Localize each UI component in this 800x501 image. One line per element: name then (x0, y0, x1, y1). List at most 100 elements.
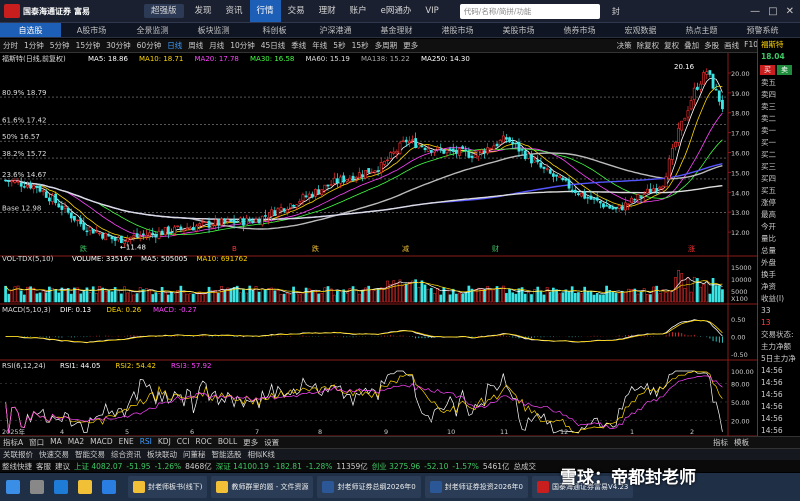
store-icon[interactable] (102, 480, 116, 494)
candle-body (207, 220, 211, 228)
indicator-tab[interactable]: 指标A (0, 437, 26, 448)
menu-item[interactable]: 资讯 (219, 0, 250, 22)
function-item[interactable]: 板块联动 (144, 449, 180, 460)
search-icon[interactable] (30, 480, 44, 494)
volume-bar (354, 290, 358, 303)
candle-body (683, 117, 687, 121)
folder-icon[interactable] (78, 480, 92, 494)
indicator-tab[interactable]: 设置 (261, 437, 282, 448)
taskbar-app[interactable]: 封老师证券总纲2026年0 (317, 476, 421, 498)
period-item[interactable]: 1分钟 (21, 40, 47, 51)
chart-tool[interactable]: 除复权 (637, 40, 660, 51)
ma-line (5, 112, 723, 238)
chart-tool[interactable]: 决策 (617, 40, 632, 51)
minimize-icon[interactable]: — (750, 6, 760, 17)
period-item[interactable]: 60分钟 (134, 40, 165, 51)
indicator-tab[interactable]: 窗口 (26, 437, 47, 448)
indicator-tab[interactable]: 更多 (240, 437, 261, 448)
menu-item[interactable]: e网通办 (374, 0, 419, 22)
candle-body (667, 158, 671, 179)
period-item[interactable]: 月线 (206, 40, 227, 51)
function-item[interactable]: 智能交易 (72, 449, 108, 460)
chart-tool[interactable]: F10 (744, 40, 758, 51)
market-tab[interactable]: 热点主题 (671, 23, 732, 37)
kline-chart-svg[interactable]: 80.9% 18.79 61.6% 17.42 50% 16.57 38.2% 15.… (0, 53, 757, 436)
volume-bar (420, 280, 424, 303)
candle-body (217, 219, 220, 226)
indicator-tab[interactable]: MACD (87, 437, 115, 448)
kline-chart-area[interactable]: 80.9% 18.79 61.6% 17.42 50% 16.57 38.2% 15.… (0, 53, 757, 436)
indicator-button[interactable]: 指标 (710, 437, 731, 448)
period-item[interactable]: 季线 (288, 40, 309, 51)
menu-item[interactable]: 行情 (249, 0, 281, 22)
event-marker: 跌 (312, 244, 319, 253)
market-tab[interactable]: 预警系统 (732, 23, 793, 37)
event-marker: 减 (402, 244, 409, 253)
menu-item[interactable]: 账户 (343, 0, 374, 22)
chart-tool[interactable]: 画线 (724, 40, 739, 51)
taskbar-app[interactable]: 教师群里的题 - 文件资源 (211, 476, 314, 498)
edge-icon[interactable] (54, 480, 68, 494)
market-tab[interactable]: A股市场 (61, 23, 122, 37)
menu-item[interactable]: 理财 (312, 0, 343, 22)
indicator-tab[interactable]: BOLL (215, 437, 240, 448)
period-item[interactable]: 45日线 (258, 40, 289, 51)
market-tab[interactable]: 基金理财 (366, 23, 427, 37)
start-icon[interactable] (6, 480, 20, 494)
close-icon[interactable]: ✕ (786, 6, 794, 17)
market-tab[interactable]: 宏观数据 (610, 23, 671, 37)
market-tab[interactable]: 港股市场 (427, 23, 488, 37)
market-tab[interactable]: 债券市场 (549, 23, 610, 37)
period-item[interactable]: 分时 (0, 40, 21, 51)
template-button[interactable]: 模板 (731, 437, 752, 448)
menu-item[interactable]: 发现 (188, 0, 219, 22)
function-item[interactable]: 关联报价 (0, 449, 36, 460)
candle-body (589, 195, 593, 200)
period-item[interactable]: 15分钟 (73, 40, 104, 51)
market-tab[interactable]: 板块监测 (183, 23, 244, 37)
candle-body (145, 234, 148, 237)
sell-button[interactable]: 卖 (777, 65, 792, 75)
period-item[interactable]: 年线 (309, 40, 330, 51)
taskbar-app[interactable]: 封老师板书(线下) (128, 476, 208, 498)
period-item[interactable]: 周线 (185, 40, 206, 51)
indicator-tab[interactable]: CCI (174, 437, 193, 448)
market-tab[interactable]: 沪深港通 (305, 23, 366, 37)
period-item[interactable]: 5秒 (330, 40, 348, 51)
market-tab[interactable]: 自选股 (0, 23, 61, 37)
buy-button[interactable]: 买 (760, 65, 775, 75)
indicator-tab[interactable]: KDJ (155, 437, 174, 448)
market-tab[interactable]: 科创板 (244, 23, 305, 37)
indicator-tab[interactable]: ROC (192, 437, 214, 448)
menu-item[interactable]: 交易 (281, 0, 312, 22)
indicator-tab[interactable]: MA (47, 437, 65, 448)
taskbar-app[interactable]: 封老师证券投资2026年0 (424, 476, 529, 498)
function-item[interactable]: 快速交易 (36, 449, 72, 460)
function-item[interactable]: 问董秘 (180, 449, 209, 460)
period-item[interactable]: 5分钟 (47, 40, 73, 51)
period-item[interactable]: 30分钟 (103, 40, 134, 51)
function-item[interactable]: 智能选股 (209, 449, 245, 460)
chart-tool[interactable]: 叠加 (684, 40, 699, 51)
function-item[interactable]: 相似K线 (245, 449, 278, 460)
macd-dea-line (5, 319, 723, 343)
chart-tool[interactable]: 复权 (664, 40, 679, 51)
indicator-tab[interactable]: MA2 (65, 437, 87, 448)
maximize-icon[interactable]: □ (768, 6, 777, 17)
period-item[interactable]: 10分钟 (227, 40, 258, 51)
edition-badge[interactable]: 超强版 (144, 4, 184, 18)
period-item[interactable]: 更多 (400, 40, 421, 51)
menu-item[interactable]: VIP (418, 0, 445, 22)
user-account[interactable]: 封 (612, 6, 620, 17)
chart-tool[interactable]: 多股 (704, 40, 719, 51)
function-item[interactable]: 综合资讯 (108, 449, 144, 460)
period-item[interactable]: 多周期 (372, 40, 401, 51)
indicator-tab[interactable]: ENE (116, 437, 137, 448)
search-input[interactable]: 代码/名称/简拼/功能 (459, 3, 600, 19)
indicator-tab[interactable]: RSI (137, 437, 155, 448)
market-tab[interactable]: 美股市场 (488, 23, 549, 37)
period-item[interactable]: 15秒 (349, 40, 372, 51)
indicator-right: 指标 模板 (710, 437, 800, 448)
period-item[interactable]: 日线 (164, 40, 185, 51)
market-tab[interactable]: 全景监测 (122, 23, 183, 37)
